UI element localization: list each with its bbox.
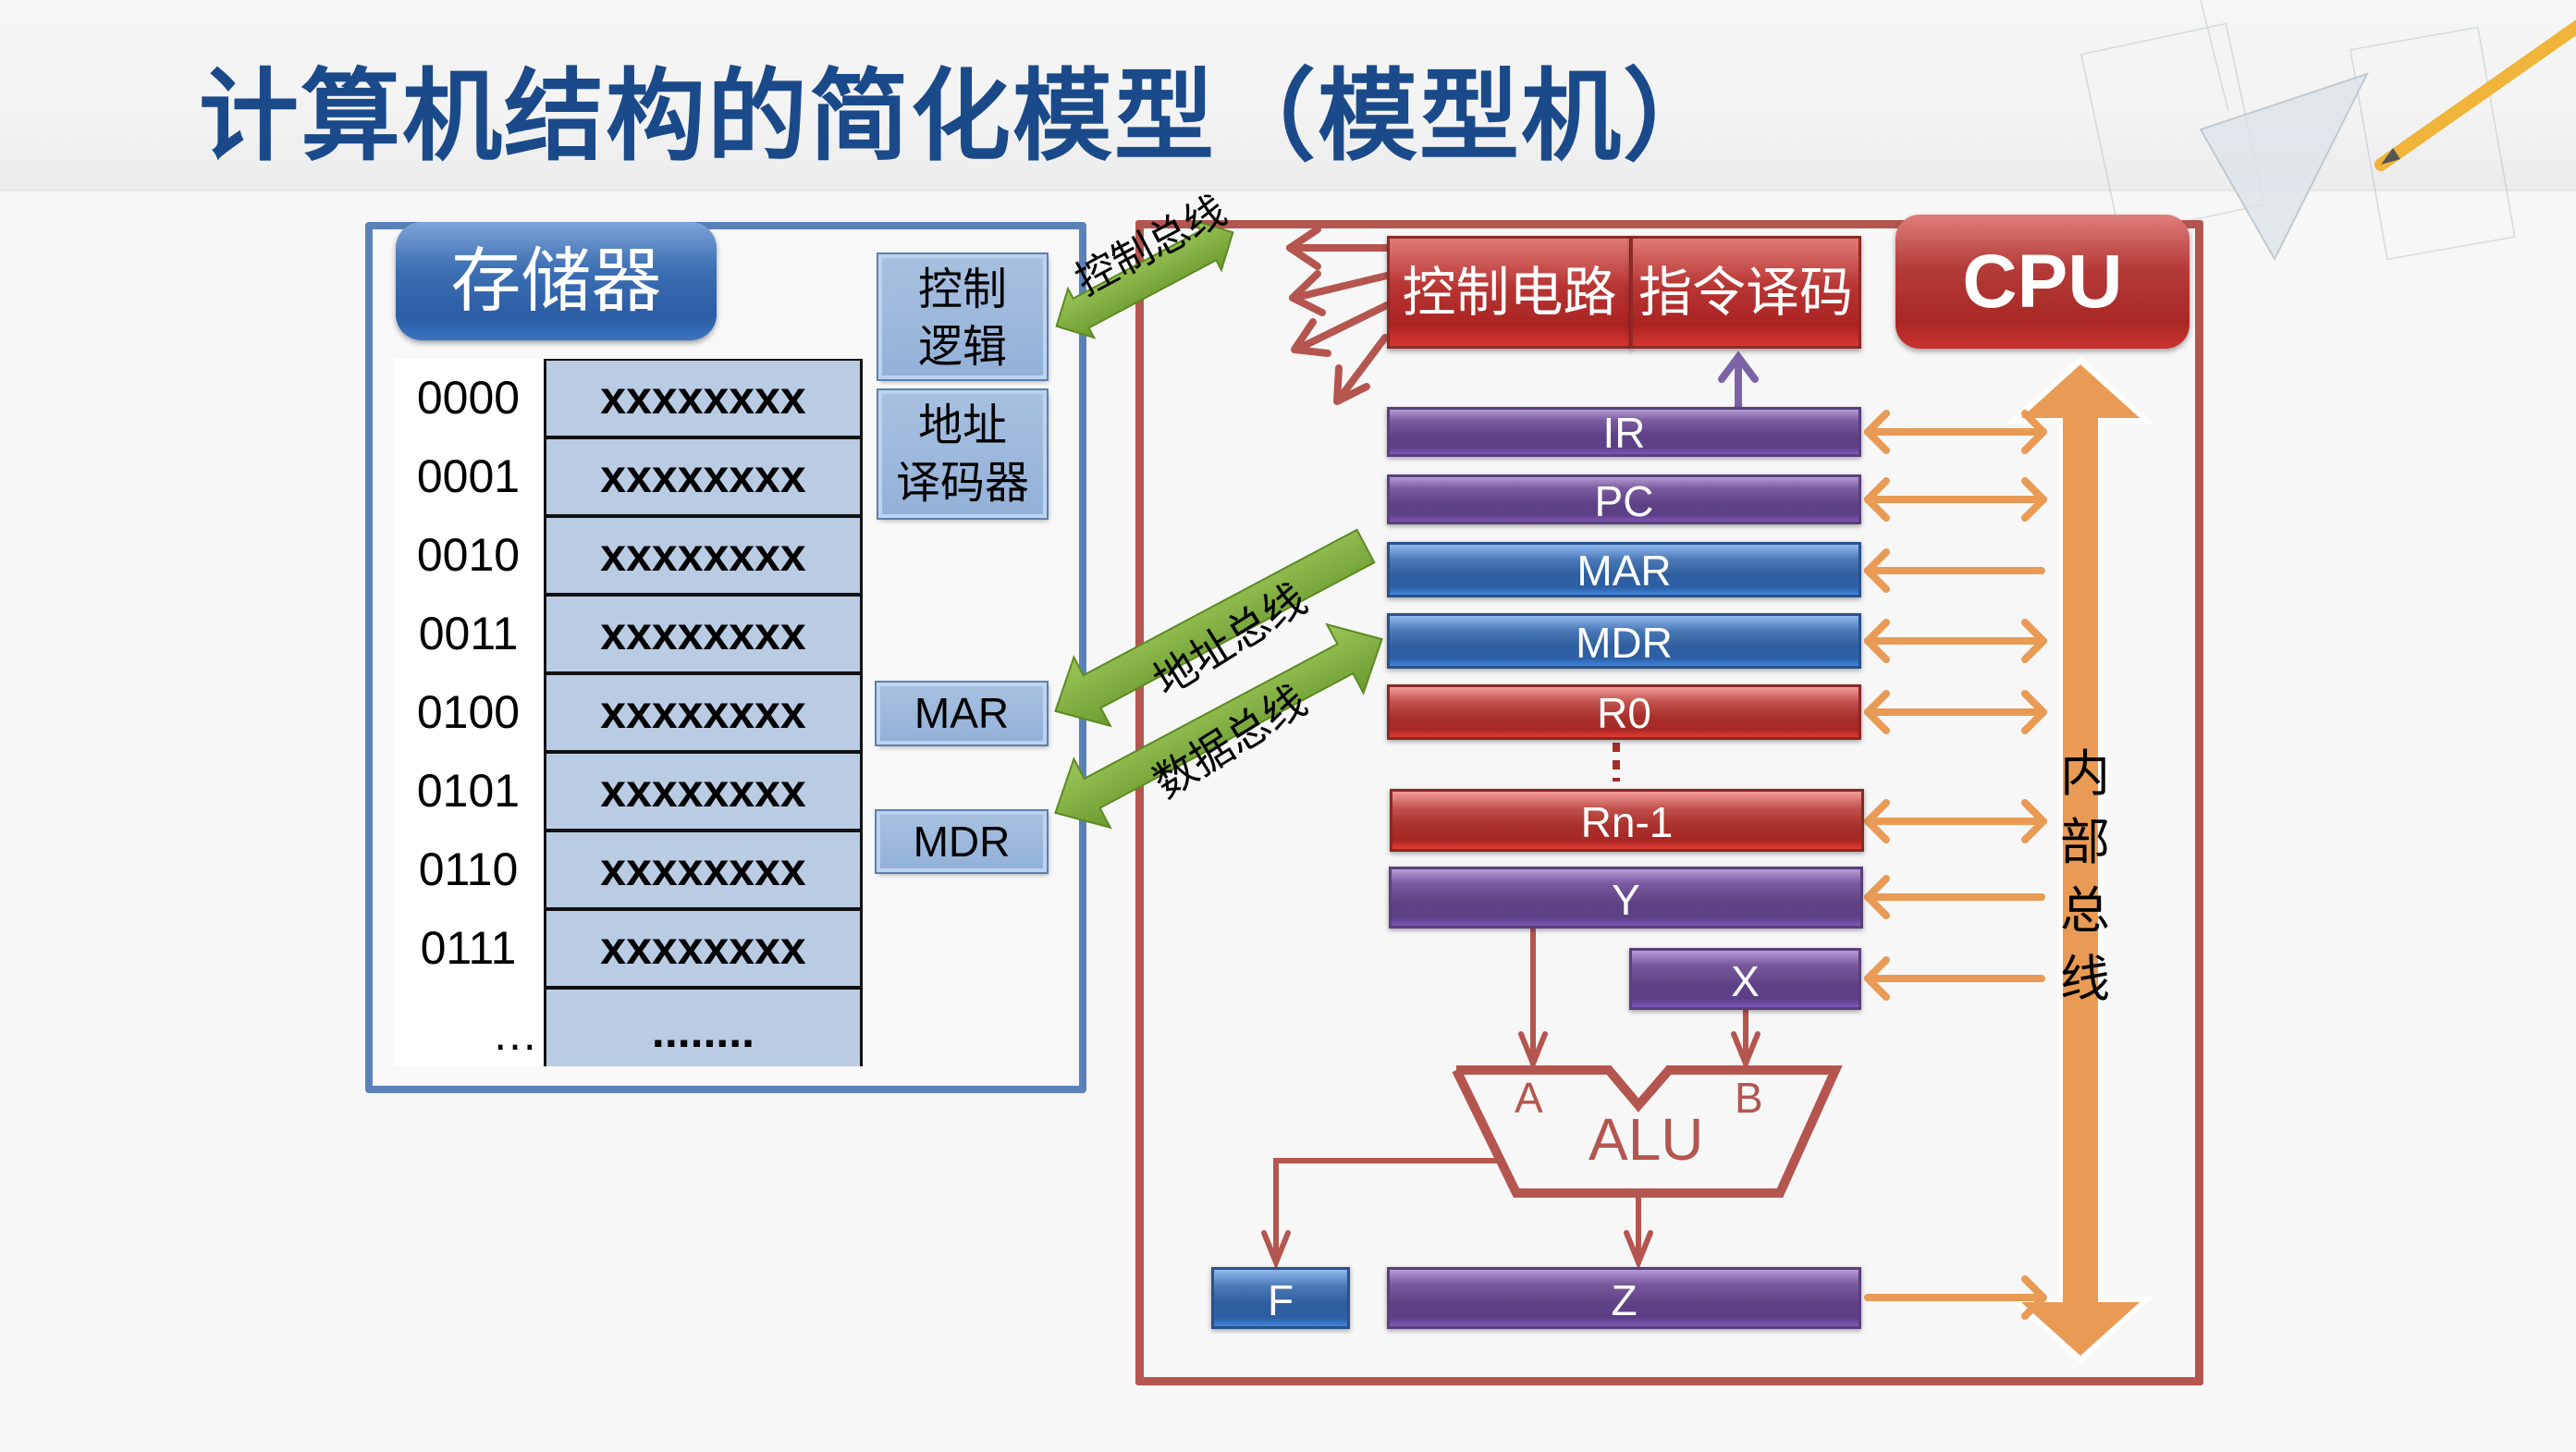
internal-bus-connections	[1864, 410, 2047, 1320]
alu-input-a-label: A	[1515, 1074, 1543, 1122]
control-signal-arrows	[1286, 226, 1391, 405]
alu-output-arrows	[1261, 1158, 1653, 1270]
control-circuit: 控制电路	[1387, 236, 1632, 349]
register-mdr: MDR	[1387, 613, 1861, 669]
register-r0: R0	[1387, 684, 1861, 740]
alu-input-b-label: B	[1735, 1074, 1763, 1122]
internal-bus-label: 内 部 总 线	[2060, 740, 2110, 1014]
instruction-decode: 指令译码	[1630, 236, 1861, 349]
internal-bus-char: 部	[2060, 813, 2110, 871]
internal-bus-char: 总	[2060, 881, 2110, 940]
register-f: F	[1211, 1267, 1350, 1329]
register-x: X	[1629, 948, 1861, 1010]
register-z: Z	[1387, 1267, 1861, 1329]
register-ir: IR	[1387, 407, 1861, 457]
internal-bus-char: 线	[2060, 950, 2110, 1008]
ir-to-decode-arrow	[1718, 351, 1759, 411]
register-mar: MAR	[1387, 542, 1861, 597]
register-rn-1: Rn-1	[1390, 789, 1864, 852]
register-pc: PC	[1387, 474, 1861, 525]
alu-label: ALU	[1589, 1106, 1704, 1173]
internal-bus-char: 内	[2060, 744, 2110, 803]
register-y: Y	[1389, 867, 1863, 929]
cpu-label: CPU	[1895, 215, 2190, 349]
